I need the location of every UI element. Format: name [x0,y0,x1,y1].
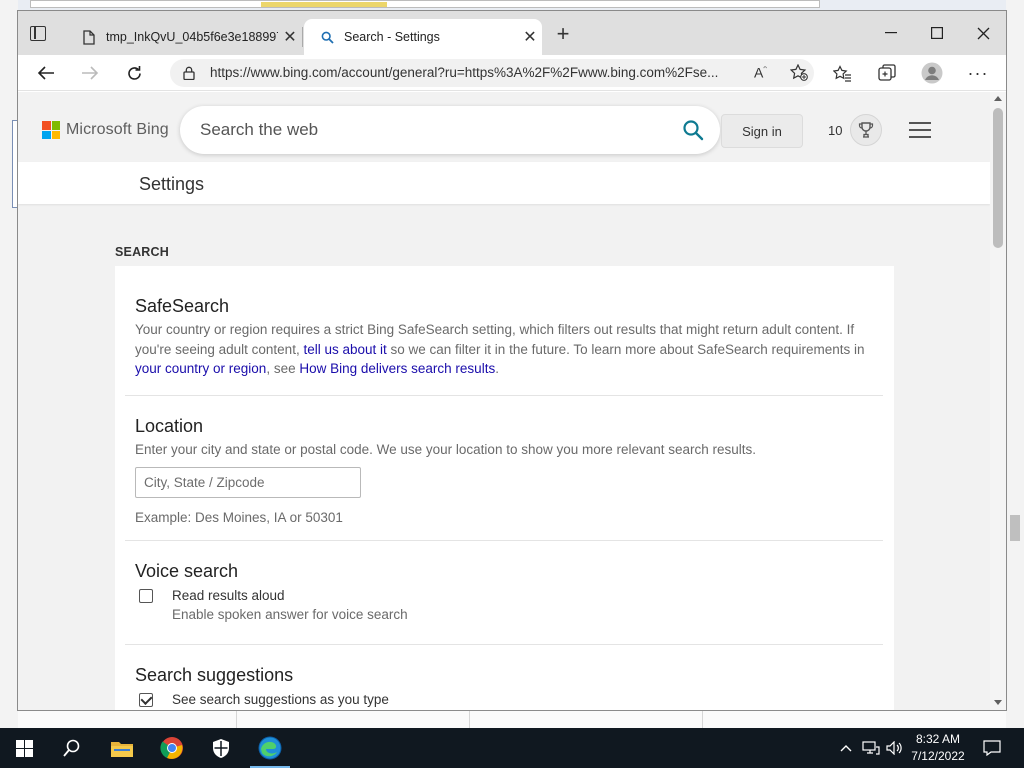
security-shield-icon[interactable] [197,728,245,768]
close-window-icon[interactable] [960,19,1006,47]
read-aloud-label[interactable]: Read results aloud [172,586,408,605]
location-input[interactable] [135,466,361,498]
background-window-edge [30,0,820,8]
search-suggestions-label[interactable]: See search suggestions as you type [172,690,389,709]
file-icon [78,29,100,45]
edge-icon[interactable] [246,728,294,768]
url-text: https://www.bing.com/account/general?ru=… [210,65,719,80]
scroll-down-icon[interactable] [994,700,1002,705]
favorites-icon[interactable] [828,59,856,87]
back-arrow-icon[interactable] [32,59,60,87]
profile-avatar-icon[interactable] [918,59,946,87]
search-suggestions-section: Search suggestions See search suggestion… [135,665,875,709]
tab-title: tmp_InkQvU_04b5f6e3e18899709 [106,30,278,44]
desktop-right-edge [1006,0,1024,728]
network-icon[interactable] [860,728,882,768]
minimize-icon[interactable] [868,19,914,47]
close-tab-icon[interactable]: ✕ [278,27,302,47]
safesearch-text: so we can filter it in the future. To le… [386,341,865,357]
desktop-bottom-strip [18,710,1006,728]
search-box [180,106,720,154]
maximize-icon[interactable] [914,19,960,47]
search-favicon-icon [316,31,338,44]
brand-name: Microsoft Bing [66,121,169,138]
browser-window: tmp_InkQvU_04b5f6e3e18899709 ✕ Search - … [17,10,1007,711]
tell-us-link[interactable]: tell us about it [303,342,386,357]
scroll-up-icon[interactable] [994,96,1002,101]
settings-card: SafeSearch Your country or region requir… [115,266,894,710]
settings-header: Settings [18,162,990,204]
system-clock[interactable]: 8:32 AM 7/12/2022 [900,731,976,765]
chrome-icon[interactable] [148,728,196,768]
voice-search-section: Voice search Read results aloud Enable s… [135,561,875,624]
location-heading: Location [135,416,204,436]
rewards-trophy-icon[interactable] [850,114,882,146]
page-scrollbar[interactable] [990,92,1006,710]
safesearch-text: . [495,361,499,376]
browser-toolbar: https://www.bing.com/account/general?ru=… [18,55,1006,91]
page-viewport: Microsoft Bing Sign in 10 Settings SEARC… [18,92,990,710]
desktop-left-edge [0,0,18,728]
safesearch-description: Your country or region requires a strict… [135,320,875,379]
file-explorer-icon[interactable] [98,728,146,768]
how-bing-delivers-link[interactable]: How Bing delivers search results [299,361,495,376]
tab-separator [302,27,303,47]
sign-in-button[interactable]: Sign in [721,114,803,148]
location-section: Location Enter your city and state or po… [135,416,875,525]
search-icon[interactable] [682,119,704,141]
start-windows-icon[interactable] [0,728,48,768]
tab-title: Search - Settings [344,30,440,44]
safesearch-text: , see [266,361,300,376]
tab-search-settings[interactable]: Search - Settings ✕ [304,19,542,55]
safesearch-heading: SafeSearch [135,296,230,316]
clock-date: 7/12/2022 [911,749,965,763]
notifications-icon[interactable] [980,728,1004,768]
windows-taskbar: 8:32 AM 7/12/2022 [0,728,1024,768]
location-description: Enter your city and state or postal code… [135,442,757,457]
read-aloud-checkbox[interactable] [139,589,153,603]
lock-icon[interactable] [183,66,195,85]
add-favorite-icon[interactable] [789,63,808,86]
search-suggestions-checkbox[interactable] [139,693,153,707]
divider [125,644,883,645]
refresh-icon[interactable] [120,59,148,87]
divider [125,540,883,541]
address-bar[interactable]: https://www.bing.com/account/general?ru=… [170,59,814,87]
voice-search-heading: Voice search [135,561,239,581]
microsoft-logo-icon [42,121,60,139]
read-aloud-sublabel: Enable spoken answer for voice search [172,607,408,622]
section-label: SEARCH [115,245,169,259]
bing-header: Microsoft Bing Sign in 10 [18,92,990,162]
scrollbar-thumb[interactable] [993,108,1003,248]
show-hidden-icons-icon[interactable] [836,728,856,768]
search-suggestions-heading: Search suggestions [135,665,294,685]
location-example: Example: Des Moines, IA or 50301 [135,509,343,525]
tab-tmp-file[interactable]: tmp_InkQvU_04b5f6e3e18899709 ✕ [66,19,302,55]
collections-icon[interactable] [873,59,901,87]
forward-arrow-icon[interactable] [76,59,104,87]
hamburger-menu-icon[interactable] [909,122,931,138]
rewards-points[interactable]: 10 [828,123,842,138]
close-tab-icon[interactable]: ✕ [518,27,542,47]
safesearch-section: SafeSearch Your country or region requir… [135,296,875,379]
new-tab-icon[interactable]: + [551,23,575,47]
tab-actions-icon[interactable] [30,26,46,41]
bing-logo[interactable]: Microsoft Bing [42,121,169,139]
clock-time: 8:32 AM [915,732,961,746]
search-input[interactable] [200,118,660,142]
page-title: Settings [139,174,205,194]
divider [125,395,883,396]
search-taskbar-icon[interactable] [48,728,96,768]
country-region-link[interactable]: your country or region [135,361,266,376]
more-options-icon[interactable]: ··· [964,59,992,87]
read-aloud-icon[interactable]: Aᵔ [754,64,767,81]
tab-strip: tmp_InkQvU_04b5f6e3e18899709 ✕ Search - … [18,11,1006,55]
